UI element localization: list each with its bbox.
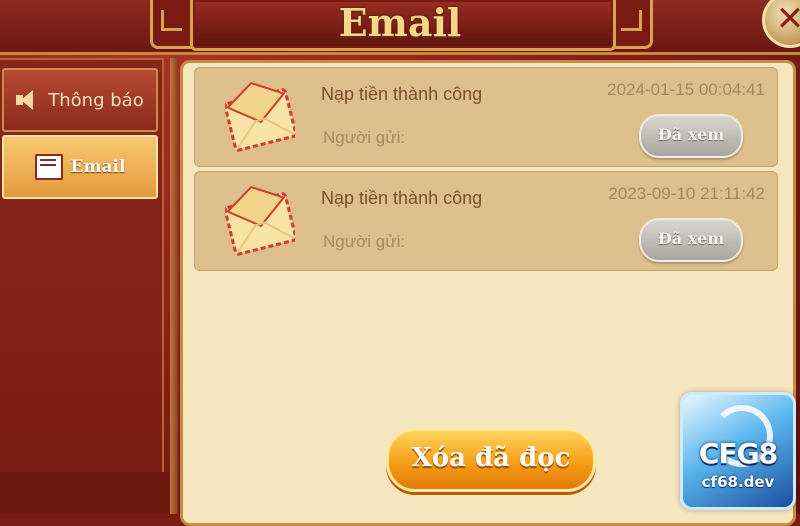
sidebar-item-label: Thông báo	[48, 89, 144, 111]
delete-read-button[interactable]: Xóa đã đọc	[386, 428, 596, 492]
mail-timestamp: 2023-09-10 21:11:42	[608, 184, 765, 203]
mail-item[interactable]: Nạp tiền thành công 2023-09-10 21:11:42 …	[194, 171, 778, 271]
speaker-icon	[16, 89, 40, 111]
sidebar-footer	[0, 472, 172, 514]
mail-icon	[34, 154, 63, 180]
mail-subject: Nạp tiền thành công	[321, 188, 483, 208]
logo-site-text: cf68.dev	[701, 473, 775, 491]
read-status-button[interactable]: Đã xem	[639, 218, 743, 262]
page-title: Email	[338, 0, 462, 45]
envelope-icon	[225, 185, 295, 256]
envelope-icon	[225, 81, 295, 152]
sidebar-item-label: Email	[70, 157, 126, 177]
mail-sender-label: Người gửi:	[323, 128, 406, 147]
sidebar-item-notifications[interactable]: Thông báo	[2, 68, 158, 132]
brand-watermark-logo: CFG8 cf68.dev	[680, 392, 796, 510]
panel-divider	[170, 58, 178, 514]
sidebar: Thông báo Email	[0, 58, 164, 476]
sidebar-item-email[interactable]: Email	[2, 135, 158, 199]
read-status-button[interactable]: Đã xem	[639, 114, 743, 158]
mail-sender-label: Người gửi:	[323, 232, 406, 251]
mail-subject: Nạp tiền thành công	[321, 84, 483, 104]
mail-timestamp: 2024-01-15 00:04:41	[607, 80, 765, 99]
logo-brand-text: CFG8	[698, 437, 778, 470]
title-ornament-right	[610, 0, 653, 49]
title-ornament-left	[150, 0, 193, 49]
mail-item[interactable]: Nạp tiền thành công 2024-01-15 00:04:41 …	[194, 67, 778, 167]
